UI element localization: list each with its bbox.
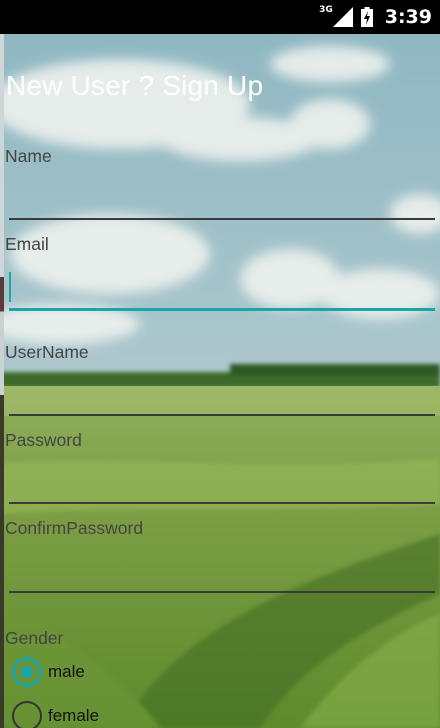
text-cursor	[9, 272, 11, 302]
confirm-password-label: ConfirmPassword	[5, 518, 144, 538]
page-title: New User ? Sign Up	[6, 70, 264, 101]
signal-strength-icon	[332, 7, 353, 27]
status-bar: 3G 3:39	[0, 0, 440, 34]
password-label: Password	[5, 430, 82, 450]
email-underline	[9, 308, 435, 311]
name-input[interactable]	[9, 178, 435, 218]
email-label: Email	[5, 234, 49, 254]
network-type-label: 3G	[319, 5, 333, 15]
password-input[interactable]	[9, 462, 435, 502]
radio-unchecked-icon[interactable]	[12, 701, 42, 728]
gender-label: Gender	[5, 628, 64, 648]
username-input[interactable]	[9, 370, 435, 410]
email-input[interactable]	[9, 268, 435, 308]
gender-option-female[interactable]: female	[12, 701, 99, 728]
signup-form: New User ? Sign Up Name Email UserName P…	[0, 34, 440, 728]
gender-option-label: female	[48, 706, 100, 725]
confirm-password-underline	[9, 591, 435, 593]
status-clock: 3:39	[384, 6, 432, 28]
name-label: Name	[5, 146, 52, 166]
gender-option-label: male	[48, 662, 85, 681]
battery-charging-icon	[360, 7, 373, 27]
password-underline	[9, 502, 435, 504]
signup-screen: New User ? Sign Up Name Email UserName P…	[0, 34, 440, 728]
username-label: UserName	[5, 342, 89, 362]
name-underline	[9, 218, 435, 220]
confirm-password-input[interactable]	[9, 550, 435, 590]
username-underline	[9, 414, 435, 416]
gender-option-male[interactable]: male	[12, 657, 85, 687]
status-icons: 3G 3:39	[319, 0, 432, 34]
radio-checked-icon[interactable]	[12, 657, 42, 687]
